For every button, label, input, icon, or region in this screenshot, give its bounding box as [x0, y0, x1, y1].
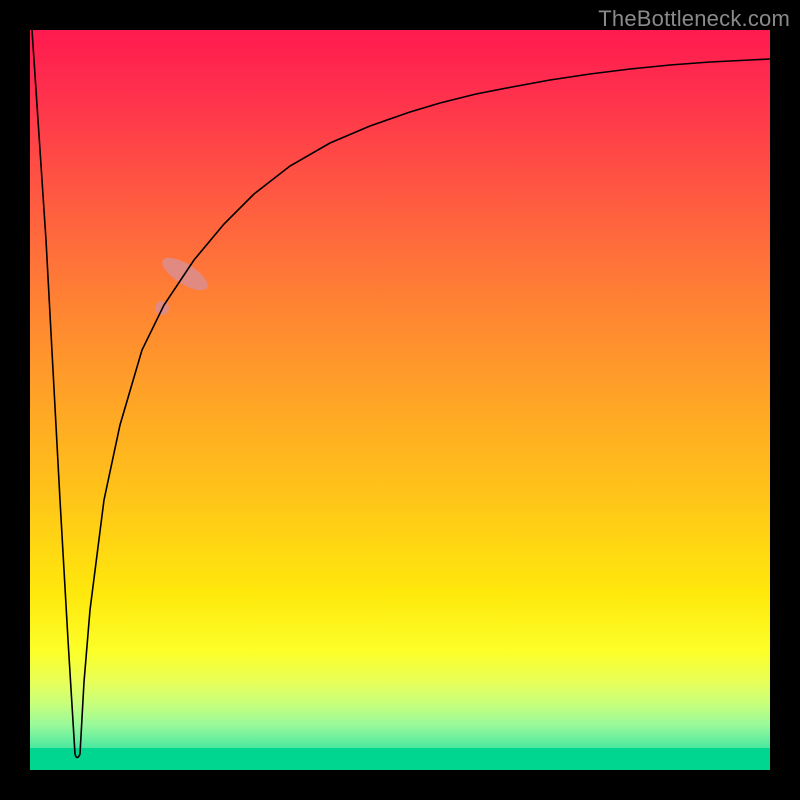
- bottleneck-curve: [32, 30, 770, 758]
- chart-frame: TheBottleneck.com: [0, 0, 800, 800]
- watermark-text: TheBottleneck.com: [598, 6, 790, 32]
- curve-layer: [30, 30, 770, 770]
- plot-area: [30, 30, 770, 770]
